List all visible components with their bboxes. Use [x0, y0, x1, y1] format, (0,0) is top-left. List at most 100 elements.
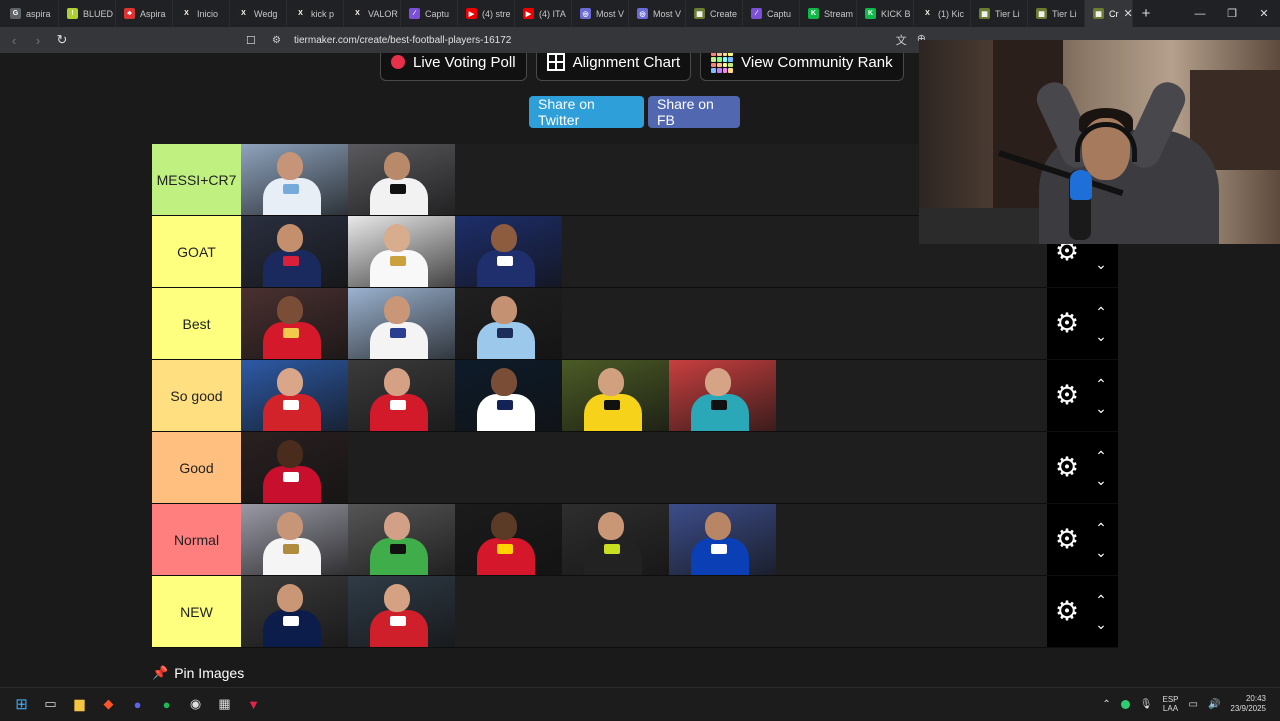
player-image[interactable]	[455, 504, 562, 575]
player-image[interactable]	[348, 288, 455, 359]
minimize-icon[interactable]: —	[1184, 0, 1216, 27]
move-down-icon[interactable]: ⌄	[1093, 617, 1109, 631]
site-info-icon[interactable]: ⚙	[272, 35, 290, 46]
settings-gear-icon[interactable]: ⚙	[1053, 308, 1081, 338]
forward-icon[interactable]: ›	[28, 30, 48, 50]
player-image[interactable]	[241, 504, 348, 575]
file-explorer-icon[interactable]: ▆	[65, 688, 94, 721]
browser-tab[interactable]: ▦ Tier Li	[971, 0, 1028, 27]
tier-label[interactable]: NEW	[152, 576, 241, 647]
obs-icon[interactable]: ◉	[181, 688, 210, 721]
url-text[interactable]: tiermaker.com/create/best-football-playe…	[294, 35, 511, 46]
discord-icon[interactable]: ●	[123, 688, 152, 721]
task-view-icon[interactable]: ▭	[36, 688, 65, 721]
url-field[interactable]: ☐ ⚙ tiermaker.com/create/best-football-p…	[246, 30, 926, 50]
move-up-icon[interactable]: ⌃	[1093, 521, 1109, 535]
tab-close-icon[interactable]: ✕	[1124, 6, 1133, 22]
player-image[interactable]	[455, 360, 562, 431]
community-rank-button[interactable]: View Community Rank	[700, 53, 904, 81]
settings-gear-icon[interactable]: ⚙	[1053, 596, 1081, 626]
player-image[interactable]	[241, 576, 348, 647]
browser-tab[interactable]: X (1) Kic	[914, 0, 971, 27]
browser-tab[interactable]: ▶ (4) stre	[458, 0, 515, 27]
app-icon[interactable]: ▼	[239, 688, 268, 721]
browser-tab-active[interactable]: ▦ Cr ✕	[1085, 0, 1133, 27]
player-image[interactable]	[562, 360, 669, 431]
browser-tab[interactable]: X VALOR	[344, 0, 401, 27]
move-up-icon[interactable]: ⌃	[1093, 377, 1109, 391]
browser-tab[interactable]: ∕ Captu	[401, 0, 458, 27]
settings-gear-icon[interactable]: ⚙	[1053, 452, 1081, 482]
player-image[interactable]	[241, 216, 348, 287]
browser-tab[interactable]: X Inicio	[173, 0, 230, 27]
tier-label[interactable]: MESSI+CR7	[152, 144, 241, 215]
tier-label[interactable]: Good	[152, 432, 241, 503]
move-down-icon[interactable]: ⌄	[1093, 545, 1109, 559]
browser-tab[interactable]: ♣ Aspira	[116, 0, 173, 27]
browser-tab[interactable]: Xkick p	[287, 0, 344, 27]
live-voting-button[interactable]: Live Voting Poll	[380, 53, 527, 81]
move-down-icon[interactable]: ⌄	[1093, 257, 1109, 271]
network-icon[interactable]: ▭	[1189, 699, 1198, 710]
browser-tab[interactable]: K KICK B	[857, 0, 914, 27]
volume-icon[interactable]: 🔊	[1208, 699, 1220, 710]
browser-tab[interactable]: ! BLUED	[59, 0, 116, 27]
player-image[interactable]	[348, 504, 455, 575]
tier-label[interactable]: Normal	[152, 504, 241, 575]
player-image[interactable]	[241, 432, 348, 503]
reload-icon[interactable]: ↻	[52, 30, 72, 50]
browser-tab[interactable]: X Wedg	[230, 0, 287, 27]
bookmark-icon[interactable]: ☐	[246, 34, 262, 47]
tier-label[interactable]: GOAT	[152, 216, 241, 287]
alignment-chart-button[interactable]: Alignment Chart	[535, 53, 692, 81]
move-down-icon[interactable]: ⌄	[1093, 401, 1109, 415]
tier-items[interactable]	[241, 576, 1118, 647]
tier-items[interactable]	[241, 360, 1118, 431]
browser-tab[interactable]: ∕ Captu	[743, 0, 800, 27]
player-image[interactable]	[669, 360, 776, 431]
microphone-icon[interactable]: 🎙	[1140, 699, 1153, 710]
spotify-icon[interactable]: ●	[152, 688, 181, 721]
close-window-icon[interactable]: ✕	[1248, 0, 1280, 27]
player-image[interactable]	[669, 504, 776, 575]
browser-tab[interactable]: ◎ Most V	[572, 0, 629, 27]
player-image[interactable]	[241, 144, 348, 215]
new-tab-button[interactable]: +	[1133, 0, 1159, 27]
tier-items[interactable]	[241, 432, 1118, 503]
browser-tab[interactable]: Gaspira	[2, 0, 59, 27]
restore-icon[interactable]: ❐	[1216, 0, 1248, 27]
language-indicator[interactable]: ESP LAA	[1162, 695, 1178, 713]
player-image[interactable]	[241, 360, 348, 431]
back-icon[interactable]: ‹	[4, 30, 24, 50]
browser-tab[interactable]: ▦ Tier Li	[1028, 0, 1085, 27]
calculator-icon[interactable]: ▦	[210, 688, 239, 721]
move-up-icon[interactable]: ⌃	[1093, 305, 1109, 319]
tier-label[interactable]: So good	[152, 360, 241, 431]
move-up-icon[interactable]: ⌃	[1093, 449, 1109, 463]
player-image[interactable]	[348, 360, 455, 431]
move-down-icon[interactable]: ⌄	[1093, 329, 1109, 343]
windows-start-icon[interactable]: ⊞	[7, 688, 36, 721]
browser-tab[interactable]: ▦ Create	[686, 0, 743, 27]
player-image[interactable]	[348, 216, 455, 287]
browser-tab[interactable]: ◎ Most V	[629, 0, 686, 27]
player-image[interactable]	[241, 288, 348, 359]
browser-tab[interactable]: ▶ (4) ITA	[515, 0, 572, 27]
player-image[interactable]	[348, 576, 455, 647]
settings-gear-icon[interactable]: ⚙	[1053, 524, 1081, 554]
chevron-up-icon[interactable]: ⌃	[1102, 699, 1110, 710]
tier-items[interactable]	[241, 504, 1118, 575]
settings-gear-icon[interactable]: ⚙	[1053, 380, 1081, 410]
player-image[interactable]	[348, 144, 455, 215]
player-image[interactable]	[455, 216, 562, 287]
move-up-icon[interactable]: ⌃	[1093, 593, 1109, 607]
share-twitter-button[interactable]: Share on Twitter	[529, 96, 644, 128]
tier-items[interactable]	[241, 288, 1118, 359]
translate-icon[interactable]: 文	[896, 32, 907, 48]
browser-tab[interactable]: K Stream	[800, 0, 857, 27]
clock[interactable]: 20:43 23/9/2025	[1230, 694, 1266, 714]
pin-images-toggle[interactable]: 📌 Pin Images	[152, 665, 244, 681]
player-image[interactable]	[562, 504, 669, 575]
move-down-icon[interactable]: ⌄	[1093, 473, 1109, 487]
player-image[interactable]	[455, 288, 562, 359]
